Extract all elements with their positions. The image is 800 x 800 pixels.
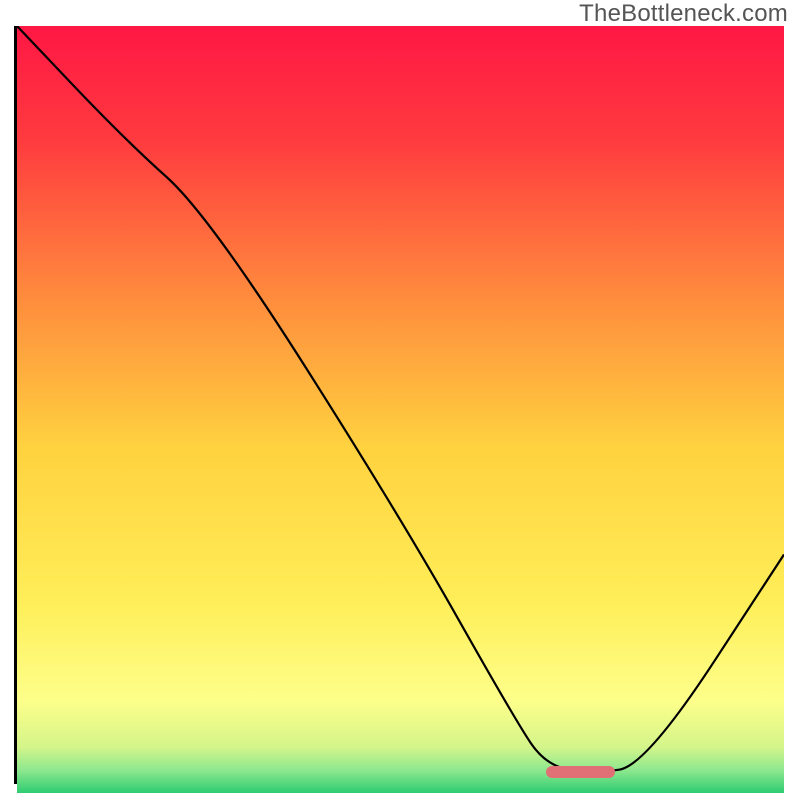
chart-root: TheBottleneck.com — [0, 0, 800, 800]
minimum-marker — [546, 766, 615, 778]
bottleneck-curve — [17, 26, 784, 781]
watermark-text: TheBottleneck.com — [579, 0, 788, 28]
plot-area — [14, 26, 784, 784]
